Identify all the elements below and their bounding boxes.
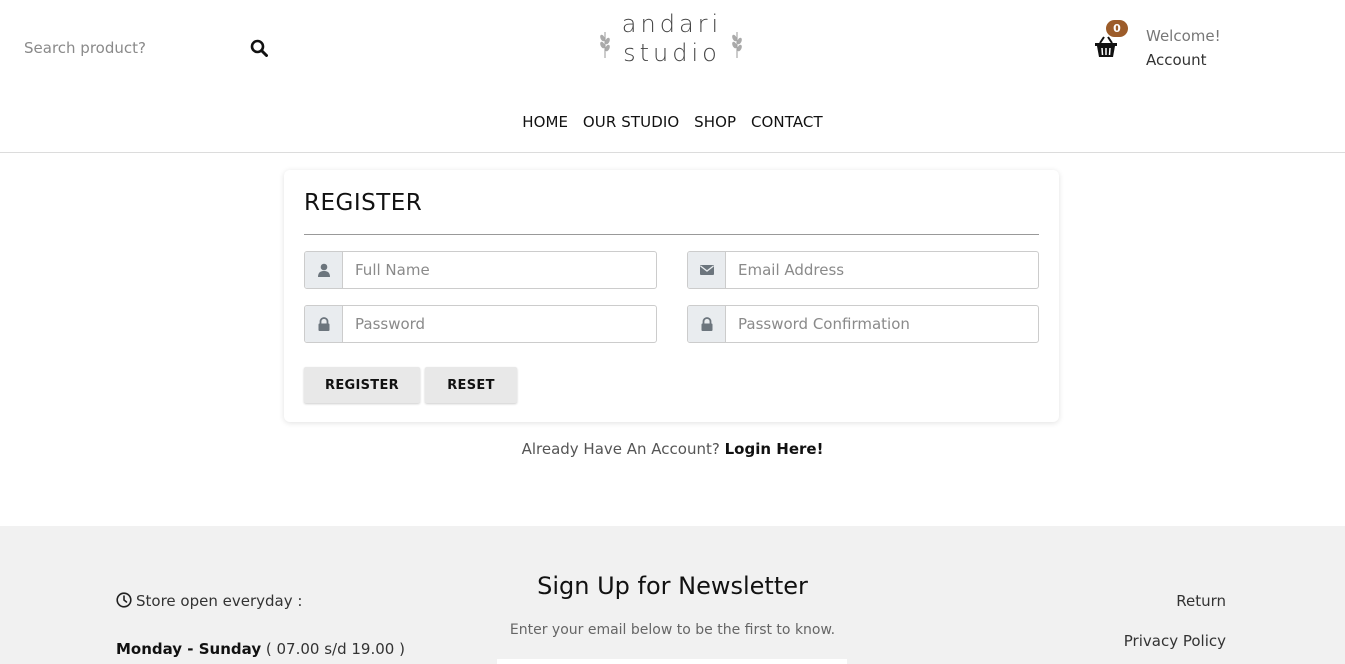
account-link[interactable]: Account xyxy=(1146,48,1221,72)
field-addon xyxy=(305,252,343,288)
main-nav: HOME OUR STUDIO SHOP CONTACT xyxy=(0,113,1345,131)
search-input[interactable] xyxy=(24,36,234,60)
search-bar xyxy=(24,36,274,60)
password-confirmation-field xyxy=(687,305,1039,343)
site-footer: Store open everyday : Monday - Sunday ( … xyxy=(0,526,1345,664)
hours-range: ( 07.00 s/d 19.00 ) xyxy=(265,640,405,658)
field-addon xyxy=(688,306,726,342)
newsletter-title: Sign Up for Newsletter xyxy=(537,572,808,600)
cart-count-badge: 0 xyxy=(1106,20,1128,37)
site-header: andari studio 0 Welcome! Account HOME OU… xyxy=(0,0,1345,153)
store-days: Monday - Sunday ( 07.00 s/d 19.00 ) xyxy=(116,640,405,658)
nav-item-contact[interactable]: CONTACT xyxy=(751,113,823,131)
nav-item-our-studio[interactable]: OUR STUDIO xyxy=(583,113,679,131)
register-button[interactable]: REGISTER xyxy=(304,367,420,403)
divider xyxy=(304,234,1039,235)
days-range: Monday - Sunday xyxy=(116,640,262,658)
site-logo[interactable]: andari studio xyxy=(598,10,746,74)
email-field xyxy=(687,251,1039,289)
logo-line-1: andari xyxy=(621,10,723,38)
register-card: REGISTER Full Name Email Address REGISTE… xyxy=(284,170,1059,422)
full-name-input[interactable] xyxy=(343,252,656,288)
email-input[interactable] xyxy=(726,252,1038,288)
field-addon xyxy=(305,306,343,342)
newsletter-email-input[interactable] xyxy=(497,659,847,664)
footer-link-return[interactable]: Return xyxy=(1176,592,1226,610)
nav-item-shop[interactable]: SHOP xyxy=(694,113,736,131)
logo-line-2: studio xyxy=(623,39,721,67)
password-field xyxy=(304,305,657,343)
login-link[interactable]: Login Here! xyxy=(725,440,824,458)
footer-link-privacy-policy[interactable]: Privacy Policy xyxy=(1124,632,1226,650)
search-icon[interactable] xyxy=(250,39,268,57)
reset-button[interactable]: RESET xyxy=(425,367,517,403)
full-name-field xyxy=(304,251,657,289)
password-input[interactable] xyxy=(343,306,656,342)
login-prompt: Already Have An Account? Login Here! xyxy=(0,440,1345,458)
lock-icon xyxy=(701,317,713,331)
lock-icon xyxy=(318,317,330,331)
field-addon xyxy=(688,252,726,288)
password-confirmation-input[interactable] xyxy=(726,306,1038,342)
nav-item-home[interactable]: HOME xyxy=(522,113,568,131)
login-prompt-text: Already Have An Account? xyxy=(521,440,720,458)
envelope-icon xyxy=(700,265,714,275)
register-title: REGISTER xyxy=(304,190,423,216)
sprig-icon xyxy=(732,32,742,58)
logo-text: andari studio xyxy=(598,10,746,68)
welcome-text: Welcome! xyxy=(1146,27,1221,45)
user-icon xyxy=(318,263,330,277)
account-menu: Welcome! Account xyxy=(1146,24,1221,72)
